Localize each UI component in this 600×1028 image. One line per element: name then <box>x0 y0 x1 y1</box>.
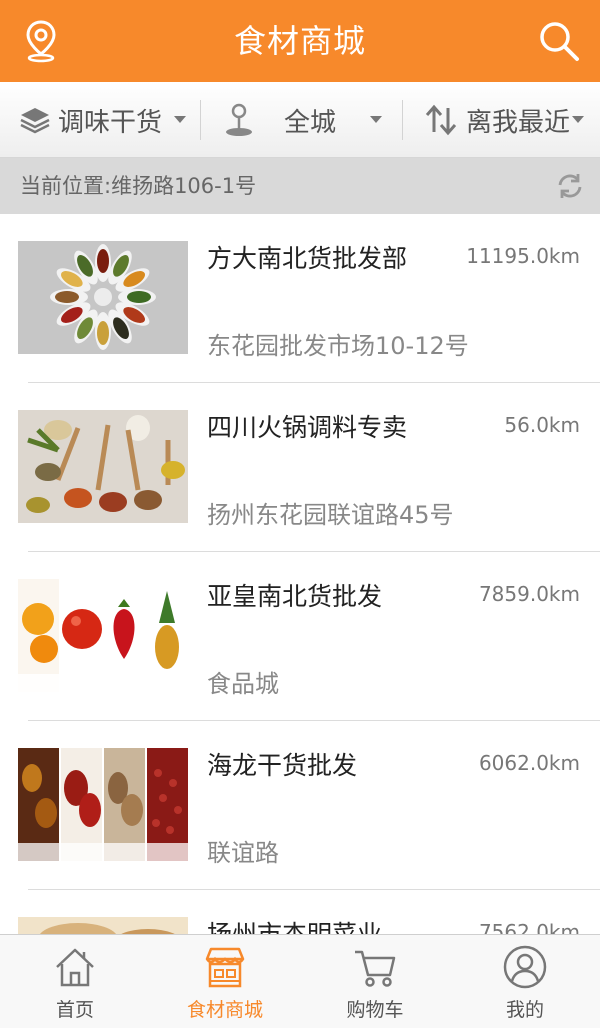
list-item[interactable]: 方大南北货批发部 11195.0km 东花园批发市场10-12号 <box>0 214 600 383</box>
shop-icon <box>205 947 245 988</box>
store-name: 方大南北货批发部 <box>207 244 408 273</box>
tab-home[interactable]: 首页 <box>0 935 150 1028</box>
tab-cart[interactable]: 购物车 <box>300 935 450 1028</box>
page-title: 食材商城 <box>233 22 366 60</box>
search-icon[interactable] <box>536 18 582 64</box>
map-pin-icon <box>226 103 252 136</box>
store-distance: 7562.0km <box>478 920 580 934</box>
chevron-down-icon <box>370 116 382 123</box>
chevron-down-icon <box>572 116 584 123</box>
tab-home-label: 首页 <box>55 999 94 1021</box>
list-item[interactable]: 四川火锅调料专卖 56.0km 扬州东花园联谊路45号 <box>0 383 600 552</box>
divider <box>402 100 403 140</box>
store-thumbnail <box>18 410 188 523</box>
store-distance: 11195.0km <box>466 244 580 268</box>
layers-icon <box>20 108 50 134</box>
store-distance: 7859.0km <box>478 582 580 606</box>
store-name: 亚皇南北货批发 <box>207 582 383 611</box>
refresh-icon[interactable] <box>556 172 584 200</box>
store-list: 方大南北货批发部 11195.0km 东花园批发市场10-12号 四川火锅调料专… <box>0 214 600 934</box>
divider <box>200 100 201 140</box>
store-distance: 6062.0km <box>478 751 580 775</box>
category-filter-label: 调味干货 <box>58 107 163 138</box>
chevron-down-icon <box>174 116 186 123</box>
tab-shop-label: 食材商城 <box>186 999 263 1021</box>
category-filter[interactable]: 调味干货 <box>18 82 198 158</box>
tab-shop[interactable]: 食材商城 <box>150 935 300 1028</box>
cart-icon <box>355 950 396 987</box>
store-address: 东花园批发市场10-12号 <box>207 332 469 360</box>
area-filter-label: 全城 <box>284 107 337 138</box>
list-item[interactable]: 海龙干货批发 6062.0km 联谊路 <box>0 721 600 890</box>
home-icon <box>56 948 94 987</box>
current-location-bar: 当前位置:维扬路106-1号 <box>0 158 600 214</box>
tab-cart-label: 购物车 <box>346 999 404 1021</box>
store-address: 联谊路 <box>207 839 279 867</box>
store-address: 食品城 <box>207 670 279 698</box>
filter-bar: 调味干货 全城 离我最近 <box>0 82 600 158</box>
store-name: 海龙干货批发 <box>207 751 358 780</box>
store-thumbnail <box>18 579 188 692</box>
list-item[interactable]: 亚皇南北货批发 7859.0km 食品城 <box>0 552 600 721</box>
list-item[interactable]: 扬州市杰明菜业 7562.0km <box>0 890 600 934</box>
sort-filter[interactable]: 离我最近 <box>424 82 594 158</box>
app-header: 食材商城 <box>0 0 600 82</box>
sort-filter-label: 离我最近 <box>466 107 571 138</box>
store-thumbnail <box>18 241 188 354</box>
current-location-text: 当前位置:维扬路106-1号 <box>20 174 257 198</box>
bottom-tab-bar: 首页 食材商城 购物车 我的 <box>0 934 600 1028</box>
store-name: 四川火锅调料专卖 <box>207 413 408 442</box>
store-address: 扬州东花园联谊路45号 <box>207 501 454 529</box>
tab-profile-label: 我的 <box>505 999 544 1021</box>
store-thumbnail <box>18 748 188 861</box>
tab-profile[interactable]: 我的 <box>450 935 600 1028</box>
store-thumbnail <box>18 917 188 934</box>
user-icon <box>503 945 547 989</box>
sort-icon <box>425 104 457 136</box>
store-name: 扬州市杰明菜业 <box>207 915 382 934</box>
area-filter[interactable]: 全城 <box>222 82 392 158</box>
store-distance: 56.0km <box>504 413 580 437</box>
